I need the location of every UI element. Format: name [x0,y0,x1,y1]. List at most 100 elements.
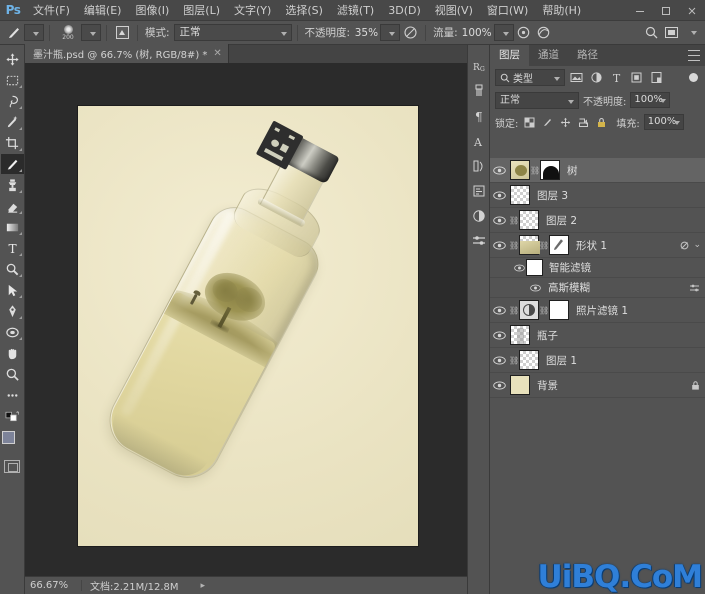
adjustment-layer-thumbnail[interactable] [519,300,539,320]
filter-adjustment-icon[interactable] [588,69,605,86]
smart-filters-header-row[interactable]: 智能滤镜 [490,258,705,278]
layer-name[interactable]: 树 [567,163,578,178]
filter-smart-object-icon[interactable] [648,69,665,86]
ellipse-shape-tool[interactable] [1,322,24,342]
dodge-tool[interactable] [1,259,24,279]
foreground-color-swatch[interactable] [1,431,15,444]
layer-fill-field[interactable]: 100% [643,114,684,130]
canvas-area[interactable] [25,64,480,576]
type-tool[interactable]: T [1,238,24,258]
visibility-toggle-icon[interactable] [490,183,509,208]
filter-type-icon[interactable]: T [608,69,625,86]
move-tool[interactable] [1,49,24,69]
brushes-panel-icon[interactable] [468,78,489,103]
visibility-toggle-icon[interactable] [490,348,509,373]
character-panel-icon[interactable]: A [468,128,489,153]
path-selection-tool[interactable] [1,280,24,300]
brush-tool[interactable] [0,154,24,174]
maximize-button[interactable] [653,0,679,21]
visibility-toggle-icon[interactable] [528,275,542,300]
layer-thumbnail[interactable] [510,325,530,345]
workspace-dropdown[interactable] [681,24,701,41]
tab-channels[interactable]: 通道 [529,45,568,66]
menu-layer[interactable]: 图层(L) [176,0,227,21]
menu-type[interactable]: 文字(Y) [227,0,278,21]
link-layers-icon[interactable]: ⛓ [509,356,519,365]
brush-tool-preset-dropdown[interactable] [24,24,44,41]
adjustments-panel-icon[interactable] [468,203,489,228]
layer-row-shape1[interactable]: ⛓ ⛓ 形状 1 ⌄ [490,233,705,258]
chevron-down-icon[interactable]: ⌄ [693,240,701,250]
lock-position-icon[interactable] [558,115,572,130]
link-layers-icon[interactable]: ⛓ [509,306,519,315]
menu-3d[interactable]: 3D(D) [381,0,428,21]
layer-name[interactable]: 背景 [537,378,558,393]
zoom-tool[interactable] [1,364,24,384]
layer-name[interactable]: 图层 3 [537,188,568,203]
opacity-dropdown[interactable] [380,24,401,41]
menu-select[interactable]: 选择(S) [278,0,330,21]
lock-transparent-pixels-icon[interactable] [522,115,536,130]
smart-filter-gaussian-blur-row[interactable]: 高斯模糊 [490,278,705,298]
filter-enable-toggle[interactable] [689,73,698,82]
filter-pixel-icon[interactable] [568,69,585,86]
layer-row-bottle[interactable]: 瓶子 [490,323,705,348]
crop-tool[interactable] [1,133,24,153]
menu-edit[interactable]: 编辑(E) [77,0,129,21]
panel-menu-icon[interactable] [688,50,700,61]
layer-row-photo-filter[interactable]: ⛓ ⛓ 照片滤镜 1 [490,298,705,323]
flow-dropdown[interactable] [493,24,514,41]
layer-thumbnail[interactable] [510,185,530,205]
lock-image-pixels-icon[interactable] [540,115,554,130]
properties-panel-icon[interactable] [468,228,489,253]
lock-all-icon[interactable] [594,115,608,130]
tab-paths[interactable]: 路径 [568,45,607,66]
filter-kind-select[interactable]: 类型 [495,69,565,86]
pressure-opacity-icon[interactable] [400,24,420,42]
menu-file[interactable]: 文件(F) [26,0,77,21]
lasso-tool[interactable] [1,91,24,111]
rectangular-marquee-tool[interactable] [1,70,24,90]
zoom-level[interactable]: 66.67% [25,580,81,591]
layer-name[interactable]: 图层 1 [546,353,577,368]
minimize-button[interactable] [627,0,653,21]
visibility-toggle-icon[interactable] [490,158,509,183]
link-layers-icon[interactable]: ⛓ [509,216,519,225]
menu-filter[interactable]: 滤镜(T) [330,0,381,21]
pen-tool[interactable] [1,301,24,321]
layer-row-layer2[interactable]: ⛓ 图层 2 [490,208,705,233]
quick-mask-icon[interactable] [4,460,20,473]
menu-window[interactable]: 窗口(W) [480,0,535,21]
layer-name[interactable]: 图层 2 [546,213,577,228]
layer-row-layer3[interactable]: 图层 3 [490,183,705,208]
close-icon[interactable]: ✕ [213,48,221,59]
hand-tool[interactable] [1,343,24,363]
actions-panel-icon[interactable] [468,178,489,203]
blend-mode-dropdown[interactable]: 正常 [173,24,292,41]
flow-value[interactable]: 100% [462,27,494,39]
adjustment-mask-thumbnail[interactable] [549,300,569,320]
smart-filter-mask-thumbnail[interactable] [526,259,543,276]
visibility-toggle-icon[interactable] [490,298,509,323]
layer-mask-thumbnail[interactable] [549,235,569,255]
link-layers-icon[interactable]: ⛓ [530,166,540,175]
paragraph-panel-icon[interactable]: ¶ [468,103,489,128]
visibility-toggle-icon[interactable] [490,233,509,258]
layer-opacity-field[interactable]: 100% [630,92,671,108]
clone-stamp-tool[interactable] [1,175,24,195]
menu-image[interactable]: 图像(I) [128,0,176,21]
smoothing-settings-icon[interactable] [534,24,554,42]
smart-filter-name[interactable]: 高斯模糊 [548,280,590,295]
gradient-tool[interactable] [1,217,24,237]
brush-tool-icon[interactable] [4,24,24,42]
filter-blending-options-icon[interactable] [689,283,700,293]
layer-row-layer1[interactable]: ⛓ 图层 1 [490,348,705,373]
layer-row-background[interactable]: 背景 [490,373,705,398]
filter-shape-icon[interactable] [628,69,645,86]
history-panel-icon[interactable] [468,153,489,178]
color-panel-icon[interactable]: RG [468,53,489,78]
artboard[interactable] [78,106,418,546]
layer-row-tree[interactable]: ⛓ 树 [490,158,705,183]
mask-link-icon[interactable]: ⛓ [539,306,549,315]
layer-name[interactable]: 形状 1 [576,238,607,253]
